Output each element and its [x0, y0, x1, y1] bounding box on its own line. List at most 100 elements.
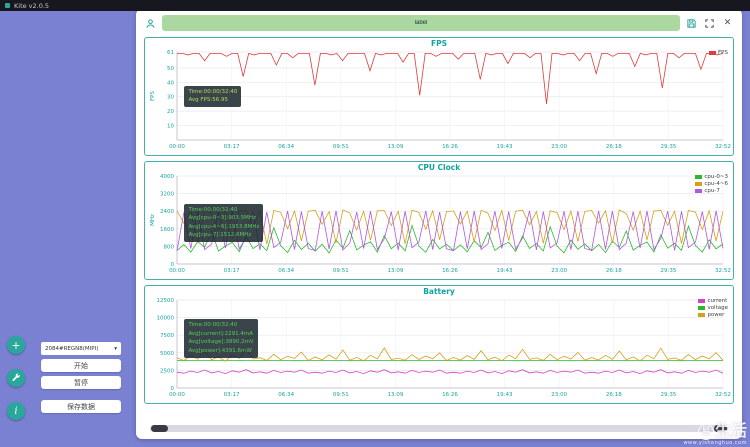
- cpu-clock-plot[interactable]: 0 800 1600 2400 3200 4000 00:00 03:17 06:34 09:51…: [147, 173, 731, 275]
- svg-text:13:09: 13:09: [387, 268, 403, 274]
- svg-text:09:51: 09:51: [333, 144, 349, 150]
- svg-text:5000: 5000: [160, 351, 174, 357]
- svg-text:03:17: 03:17: [224, 268, 240, 274]
- panel-toolbar: ✕: [144, 14, 734, 32]
- cpu-clock-chart-title: CPU Clock: [417, 163, 461, 172]
- svg-text:09:51: 09:51: [333, 268, 349, 274]
- svg-text:29:35: 29:35: [660, 392, 676, 398]
- main-panel: ✕ FPS 10 20 30 40 50 61 00:00 03:17 06:34 09:51 13…: [136, 9, 742, 439]
- charts-area: FPS 10 20 30 40 50 61 00:00 03:17 06:34 09:51 13:0…: [144, 37, 734, 409]
- fps-legend: FPS: [709, 50, 728, 56]
- window-title: Kite v2.0.5: [14, 1, 50, 10]
- svg-text:2400: 2400: [160, 209, 174, 215]
- svg-text:23:00: 23:00: [551, 268, 567, 274]
- tooltip-line: Avg FPS:56.95: [188, 97, 228, 104]
- svg-text:26:18: 26:18: [606, 268, 622, 274]
- svg-text:19:43: 19:43: [497, 144, 513, 150]
- svg-text:50: 50: [167, 66, 174, 72]
- tooltip-line: Avg[power]:4391.6mW: [188, 347, 252, 354]
- battery-chart-panel: Battery 0 2500 5000 7500 10000 12500 00:00 03:1…: [144, 285, 734, 404]
- fps-chart-panel: FPS 10 20 30 40 50 61 00:00 03:17 06:34 09:51 13:0…: [144, 37, 734, 156]
- svg-text:FPS: FPS: [150, 91, 156, 101]
- watermark-subtitle: www.yishenghuo.com: [683, 440, 747, 446]
- fullscreen-icon[interactable]: [703, 17, 716, 30]
- pause-button[interactable]: 暂停: [41, 376, 121, 389]
- legend-swatch: [709, 51, 717, 55]
- svg-text:40: 40: [167, 80, 174, 86]
- svg-text:13:09: 13:09: [387, 392, 403, 398]
- svg-text:13:09: 13:09: [387, 144, 403, 150]
- start-button[interactable]: 开始: [41, 359, 121, 372]
- fps-tooltip: Time:00:00/32:40 Avg FPS:56.95: [184, 85, 242, 107]
- svg-text:19:43: 19:43: [497, 392, 513, 398]
- legend-item-voltage[interactable]: voltage: [698, 305, 728, 311]
- wrench-icon: [11, 373, 21, 383]
- legend-swatch: [698, 313, 706, 317]
- svg-text:03:17: 03:17: [224, 392, 240, 398]
- scrollbar-left-thumb[interactable]: [151, 425, 168, 432]
- battery-plot[interactable]: 0 2500 5000 7500 10000 12500 00:00 03:17 06:34 09…: [147, 297, 731, 399]
- device-select[interactable]: 2084#REGN8(MIPI) ▾: [41, 342, 121, 355]
- legend-item-cpu-4~6[interactable]: cpu-4~6: [695, 181, 728, 187]
- add-button[interactable]: +: [7, 336, 25, 354]
- close-icon[interactable]: ✕: [721, 17, 734, 30]
- app-window: { "window": { "title": "Kite v2.0.5" }, …: [0, 0, 750, 447]
- tooltip-line: Avg[voltage]:3890.2mV: [188, 339, 254, 346]
- legend-item-cpu-0~3[interactable]: cpu-0~3: [695, 174, 728, 180]
- svg-text:00:00: 00:00: [169, 268, 185, 274]
- svg-text:23:00: 23:00: [551, 392, 567, 398]
- save-icon[interactable]: [685, 17, 698, 30]
- legend-swatch: [698, 299, 706, 303]
- settings-button[interactable]: [7, 369, 25, 387]
- save-data-button[interactable]: 保存数据: [41, 400, 121, 413]
- titlebar: Kite v2.0.5: [0, 0, 750, 11]
- tooltip-line: Avg[cpu-7]:1512.6MHz: [188, 232, 252, 239]
- svg-text:26:18: 26:18: [606, 144, 622, 150]
- info-button[interactable]: i: [7, 402, 25, 420]
- device-select-value: 2084#REGN8(MIPI): [45, 345, 99, 352]
- fps-plot[interactable]: 10 20 30 40 50 61 00:00 03:17 06:34 09:51 13:09 16:…: [147, 49, 731, 151]
- svg-text:32:52: 32:52: [715, 268, 731, 274]
- scrollbar-right-thumb[interactable]: [714, 425, 727, 432]
- svg-text:26:18: 26:18: [606, 392, 622, 398]
- svg-text:32:52: 32:52: [715, 144, 731, 150]
- tooltip-line: Time:00:00/32:40: [188, 322, 238, 329]
- svg-text:32:52: 32:52: [715, 392, 731, 398]
- tooltip-line: Time:00:00/32:40: [188, 206, 238, 213]
- tooltip-line: Avg[cpu-0~3]:903.5MHz: [188, 215, 256, 222]
- cpu-clock-legend: cpu-0~3 cpu-4~6 cpu-7: [695, 174, 728, 194]
- svg-text:800: 800: [164, 244, 175, 250]
- svg-text:12500: 12500: [157, 298, 175, 304]
- svg-text:09:51: 09:51: [333, 392, 349, 398]
- svg-text:16:26: 16:26: [442, 392, 458, 398]
- user-button[interactable]: [144, 17, 157, 30]
- label-input[interactable]: [162, 15, 680, 31]
- legend-item-current[interactable]: current: [698, 298, 728, 304]
- battery-legend: current voltage power: [698, 298, 728, 318]
- svg-text:23:00: 23:00: [551, 144, 567, 150]
- svg-text:2500: 2500: [160, 368, 174, 374]
- horizontal-scrollbar[interactable]: [150, 425, 728, 432]
- tooltip-line: Time:00:00/32:40: [188, 88, 238, 95]
- save-data-button-label: 保存数据: [67, 402, 95, 411]
- legend-swatch: [695, 189, 703, 193]
- legend-swatch: [698, 306, 706, 310]
- svg-text:61: 61: [167, 50, 174, 56]
- legend-item-cpu-7[interactable]: cpu-7: [695, 188, 728, 194]
- legend-swatch: [695, 175, 703, 179]
- svg-text:29:35: 29:35: [660, 144, 676, 150]
- cpu-clock-chart-panel: CPU Clock 0 800 1600 2400 3200 4000 00:00 03:17…: [144, 161, 734, 280]
- legend-item-power[interactable]: power: [698, 312, 728, 318]
- app-icon: [5, 3, 10, 8]
- svg-text:MHz: MHz: [150, 214, 156, 226]
- svg-text:20: 20: [167, 109, 174, 115]
- svg-text:1600: 1600: [160, 227, 174, 233]
- plus-icon: +: [11, 338, 21, 352]
- svg-text:10: 10: [167, 124, 174, 130]
- info-icon: i: [14, 405, 18, 417]
- svg-text:00:00: 00:00: [169, 392, 185, 398]
- svg-text:10000: 10000: [157, 316, 175, 322]
- chevron-down-icon: ▾: [114, 345, 117, 352]
- legend-item-FPS[interactable]: FPS: [709, 50, 728, 56]
- svg-text:06:34: 06:34: [278, 268, 294, 274]
